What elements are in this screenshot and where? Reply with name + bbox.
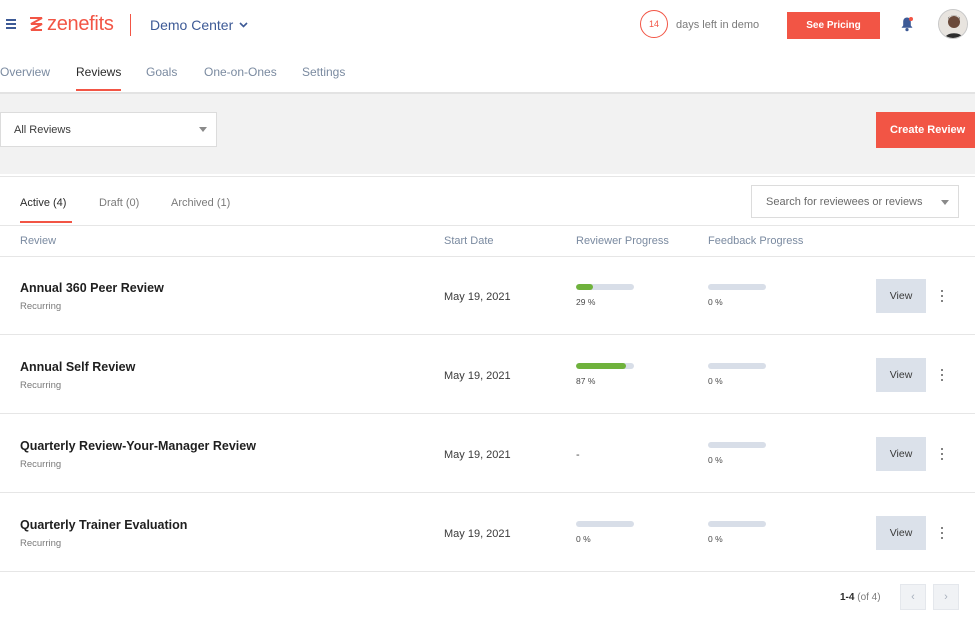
review-recurrence: Recurring bbox=[20, 301, 62, 312]
feedback-progress-label: 0 % bbox=[708, 376, 723, 386]
progress-fill bbox=[576, 363, 627, 369]
feedback-progress: 0 % bbox=[708, 521, 766, 544]
table-row: Quarterly Review-Your-Manager Review Rec… bbox=[0, 415, 975, 493]
review-filter-select[interactable]: All Reviews bbox=[0, 112, 217, 147]
reviewer-progress-bar bbox=[576, 284, 634, 290]
nav-tab-overview[interactable]: Overview bbox=[0, 65, 50, 79]
subtab-archived[interactable]: Archived (1) bbox=[171, 197, 230, 209]
feedback-progress: 0 % bbox=[708, 363, 766, 386]
feedback-progress: 0 % bbox=[708, 442, 766, 465]
days-left-text: days left in demo bbox=[676, 19, 760, 31]
column-header-review: Review bbox=[20, 235, 57, 247]
review-title[interactable]: Quarterly Trainer Evaluation bbox=[20, 518, 187, 532]
reviewer-progress: 87 % bbox=[576, 363, 634, 386]
feedback-progress-bar bbox=[708, 442, 766, 448]
review-recurrence: Recurring bbox=[20, 380, 62, 391]
reviewer-progress-empty: - bbox=[576, 449, 580, 461]
company-switcher[interactable]: Demo Center bbox=[150, 17, 248, 33]
reviewer-progress-label: 87 % bbox=[576, 376, 596, 386]
review-title[interactable]: Quarterly Review-Your-Manager Review bbox=[20, 439, 256, 453]
feedback-progress-label: 0 % bbox=[708, 455, 723, 465]
subtab-draft[interactable]: Draft (0) bbox=[99, 197, 139, 209]
column-header-reviewer-progress: Reviewer Progress bbox=[576, 235, 669, 247]
subtab-active[interactable]: Active (4) bbox=[20, 197, 66, 209]
review-start-date: May 19, 2021 bbox=[444, 528, 511, 540]
feedback-progress-label: 0 % bbox=[708, 297, 723, 307]
next-page-icon[interactable]: › bbox=[933, 584, 959, 610]
see-pricing-button[interactable]: See Pricing bbox=[787, 12, 880, 39]
days-left-badge: 14 bbox=[640, 10, 668, 38]
active-tab-indicator bbox=[76, 89, 121, 91]
review-start-date: May 19, 2021 bbox=[444, 291, 511, 303]
reviewer-progress-label: 0 % bbox=[576, 534, 591, 544]
zenefits-logo[interactable]: zenefits bbox=[28, 13, 114, 36]
more-options-icon[interactable] bbox=[940, 290, 944, 302]
chevron-down-icon bbox=[239, 22, 248, 28]
view-button[interactable]: View bbox=[876, 437, 926, 471]
more-options-icon[interactable] bbox=[940, 448, 944, 460]
view-button[interactable]: View bbox=[876, 358, 926, 392]
main-nav: Overview Reviews Goals One-on-Ones Setti… bbox=[0, 58, 975, 92]
nav-tab-one-on-ones[interactable]: One-on-Ones bbox=[204, 65, 277, 79]
feedback-progress: 0 % bbox=[708, 284, 766, 307]
pagination-range: 1-4 bbox=[840, 592, 855, 603]
caret-down-icon bbox=[941, 200, 949, 205]
table-row: Quarterly Trainer Evaluation Recurring M… bbox=[0, 494, 975, 572]
previous-page-icon[interactable]: ‹ bbox=[900, 584, 926, 610]
pagination-summary: 1-4 (of 4) bbox=[840, 592, 881, 603]
company-name: Demo Center bbox=[150, 17, 234, 33]
review-recurrence: Recurring bbox=[20, 538, 62, 549]
reviewer-progress: 29 % bbox=[576, 284, 634, 307]
view-button[interactable]: View bbox=[876, 279, 926, 313]
hamburger-menu-icon[interactable] bbox=[6, 19, 16, 29]
reviews-card: Active (4) Draft (0) Archived (1) Search… bbox=[0, 176, 975, 617]
pagination-total: (of 4) bbox=[857, 592, 881, 603]
feedback-progress-bar bbox=[708, 521, 766, 527]
reviewer-progress: 0 % bbox=[576, 521, 634, 544]
review-start-date: May 19, 2021 bbox=[444, 449, 511, 461]
progress-fill bbox=[576, 284, 593, 290]
active-subtab-indicator bbox=[20, 221, 72, 223]
table-row: Annual Self Review Recurring May 19, 202… bbox=[0, 336, 975, 414]
search-placeholder: Search for reviewees or reviews bbox=[766, 195, 923, 208]
notification-bell-icon[interactable] bbox=[900, 16, 914, 32]
reviewer-progress-bar bbox=[576, 363, 634, 369]
create-review-button[interactable]: Create Review bbox=[876, 112, 975, 148]
feedback-progress-label: 0 % bbox=[708, 534, 723, 544]
user-avatar[interactable] bbox=[938, 9, 968, 39]
caret-down-icon bbox=[199, 127, 207, 132]
review-title[interactable]: Annual Self Review bbox=[20, 360, 135, 374]
more-options-icon[interactable] bbox=[940, 527, 944, 539]
column-header-feedback-progress: Feedback Progress bbox=[708, 235, 804, 247]
review-search-input[interactable]: Search for reviewees or reviews bbox=[751, 185, 959, 218]
feedback-progress-bar bbox=[708, 284, 766, 290]
table-row: Annual 360 Peer Review Recurring May 19,… bbox=[0, 257, 975, 335]
user-avatar-image bbox=[939, 10, 967, 38]
nav-tab-settings[interactable]: Settings bbox=[302, 65, 345, 79]
nav-tab-goals[interactable]: Goals bbox=[146, 65, 177, 79]
column-header-start-date: Start Date bbox=[444, 235, 494, 247]
top-header: zenefits Demo Center 14 days left in dem… bbox=[0, 0, 975, 50]
header-divider bbox=[130, 14, 131, 36]
view-button[interactable]: View bbox=[876, 516, 926, 550]
more-options-icon[interactable] bbox=[940, 369, 944, 381]
subtabs-divider bbox=[0, 225, 975, 226]
review-title[interactable]: Annual 360 Peer Review bbox=[20, 281, 164, 295]
logo-text: zenefits bbox=[47, 13, 114, 35]
feedback-progress-bar bbox=[708, 363, 766, 369]
reviewer-progress-label: 29 % bbox=[576, 297, 596, 307]
zenefits-logo-icon bbox=[30, 16, 43, 31]
reviewer-progress-bar bbox=[576, 521, 634, 527]
review-recurrence: Recurring bbox=[20, 459, 62, 470]
review-filter-value: All Reviews bbox=[14, 123, 71, 136]
nav-tab-reviews[interactable]: Reviews bbox=[76, 65, 121, 79]
review-start-date: May 19, 2021 bbox=[444, 370, 511, 382]
reviews-toolbar: All Reviews Create Review bbox=[0, 94, 975, 174]
